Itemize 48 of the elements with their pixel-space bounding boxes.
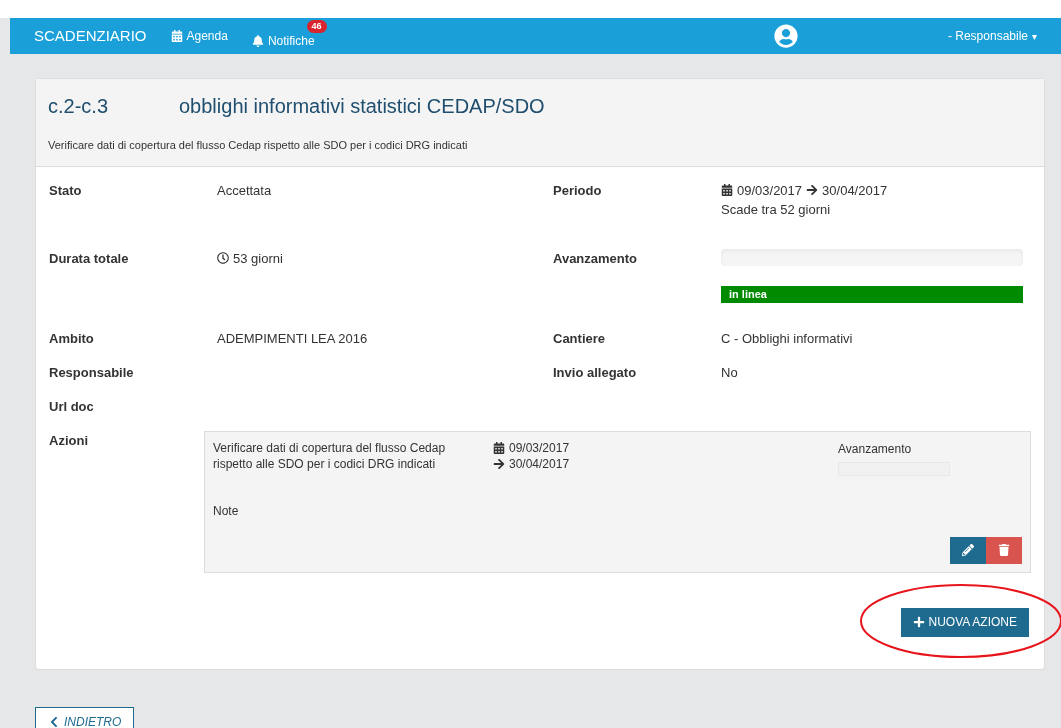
status-bar: in linea — [721, 285, 1023, 303]
calendar-icon — [170, 30, 183, 42]
field-label: Avanzamento — [553, 249, 639, 268]
task-description: Verificare dati di copertura del flusso Cedap rispetto alle SDO per i codici DRG indicati — [48, 138, 469, 153]
field-label: Cantiere — [553, 329, 607, 348]
field-label: Ambito — [49, 329, 95, 348]
chevron-left-icon — [48, 715, 60, 728]
start-date: 09/03/2017 — [509, 439, 570, 456]
back-button[interactable]: INDIETRO — [35, 706, 135, 728]
field-label: Stato — [49, 181, 83, 200]
pencil-icon — [962, 544, 974, 556]
calendar-icon — [493, 441, 505, 454]
action-description: Verificare dati di copertura del flusso Cedap rispetto alle SDO per i codici DRG indicati — [213, 439, 447, 473]
nav-link[interactable]: Notifiche 46 — [251, 20, 327, 52]
field-label: Invio allegato — [553, 363, 638, 382]
plus-icon — [912, 616, 925, 628]
field-value: C - Obblighi informativi — [721, 329, 854, 348]
user-avatar-icon[interactable] — [773, 24, 798, 48]
calendar-icon — [721, 184, 733, 197]
field-label: Responsabile — [49, 363, 135, 382]
end-date: 30/04/2017 — [822, 181, 888, 200]
field-value: ADEMPIMENTI LEA 2016 — [217, 329, 369, 348]
progress-label: Avanzamento — [838, 440, 913, 458]
deadline-note: Scade tra 52 giorni — [721, 201, 832, 219]
field-value: Accettata — [217, 181, 273, 200]
field-label: Url doc — [49, 397, 95, 416]
bell-icon — [251, 35, 264, 47]
edit-button[interactable] — [950, 536, 986, 564]
task-code: c.2-c.3 — [48, 94, 110, 119]
trash-icon — [998, 544, 1010, 556]
user-menu[interactable]: - Responsabile ▾ — [947, 27, 1037, 45]
task-title: obblighi informativi statistici CEDAP/SDO — [179, 94, 545, 119]
new-action-button[interactable]: NUOVA AZIONE — [900, 607, 1029, 637]
field-label: Durata totale — [49, 249, 130, 268]
start-date: 09/03/2017 — [737, 181, 803, 200]
field-label: Periodo — [553, 181, 603, 200]
field-label: Azioni — [49, 431, 89, 450]
nav-link[interactable]: Agenda — [170, 27, 228, 45]
end-date: 30/04/2017 — [509, 455, 570, 472]
notification-badge: 46 — [306, 20, 327, 33]
delete-button[interactable] — [986, 536, 1022, 564]
note-label: Note — [213, 502, 240, 520]
brand-link[interactable]: SCADENZIARIO — [34, 24, 147, 48]
arrow-right-icon — [806, 184, 819, 197]
field-value: 53 giorni — [233, 249, 283, 268]
clock-icon — [217, 252, 229, 265]
field-value: No — [721, 363, 739, 382]
arrow-right-icon — [493, 457, 505, 470]
